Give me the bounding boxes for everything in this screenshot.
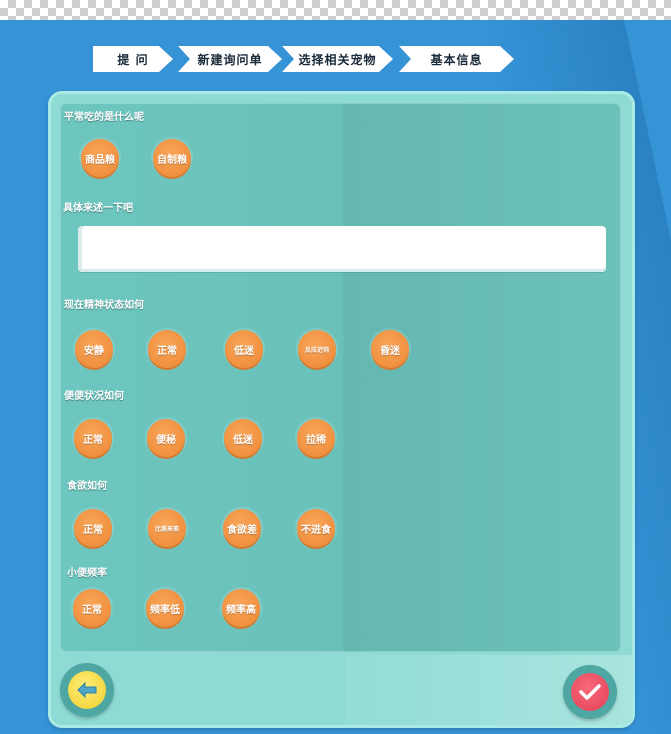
food-label: 平常吃的是什么呢 xyxy=(64,112,144,123)
appetite-option-none[interactable]: 不进食 xyxy=(297,509,335,547)
spirit-label: 现在精神状态如何 xyxy=(64,300,144,311)
stool-option-constipation[interactable]: 便秘 xyxy=(147,419,185,457)
confirm-button[interactable] xyxy=(563,665,617,719)
describe-label: 具体来述一下吧 xyxy=(63,203,133,214)
urine-option-normal[interactable]: 正常 xyxy=(73,589,111,627)
arrow-left-icon xyxy=(68,671,106,709)
spirit-option-normal[interactable]: 正常 xyxy=(148,330,186,368)
appetite-option-poor[interactable]: 食欲差 xyxy=(223,509,261,547)
urine-option-low[interactable]: 频率低 xyxy=(146,589,184,627)
food-option-commercial[interactable]: 商品粮 xyxy=(81,139,119,177)
stool-label: 便便状况如何 xyxy=(64,391,124,402)
spirit-option-coma[interactable]: 昏迷 xyxy=(371,330,409,368)
step-new-inquiry[interactable]: 新建询问单 xyxy=(178,46,282,72)
food-option-homemade[interactable]: 自制粮 xyxy=(153,139,191,177)
step-select-pet[interactable]: 选择相关宠物 xyxy=(282,46,393,72)
check-icon xyxy=(571,673,609,711)
stool-option-diarrhea[interactable]: 拉稀 xyxy=(297,419,335,457)
form-panel xyxy=(60,103,621,652)
back-button[interactable] xyxy=(60,663,114,717)
spirit-option-quiet[interactable]: 安静 xyxy=(75,330,113,368)
transparency-strip xyxy=(0,0,671,20)
step-basic-info[interactable]: 基本信息 xyxy=(399,46,514,72)
appetite-option-worse[interactable]: 比原来差 xyxy=(148,509,186,547)
urine-label: 小便频率 xyxy=(67,568,107,579)
describe-input[interactable] xyxy=(78,226,606,272)
stool-option-normal[interactable]: 正常 xyxy=(74,419,112,457)
stool-option-low[interactable]: 低迷 xyxy=(224,419,262,457)
spirit-option-slow[interactable]: 反应迟钝 xyxy=(298,330,336,368)
urine-option-high[interactable]: 频率高 xyxy=(222,589,260,627)
appetite-option-normal[interactable]: 正常 xyxy=(74,509,112,547)
spirit-option-low[interactable]: 低迷 xyxy=(225,330,263,368)
step-ask[interactable]: 提 问 xyxy=(93,46,173,72)
appetite-label: 食欲如何 xyxy=(67,481,107,492)
